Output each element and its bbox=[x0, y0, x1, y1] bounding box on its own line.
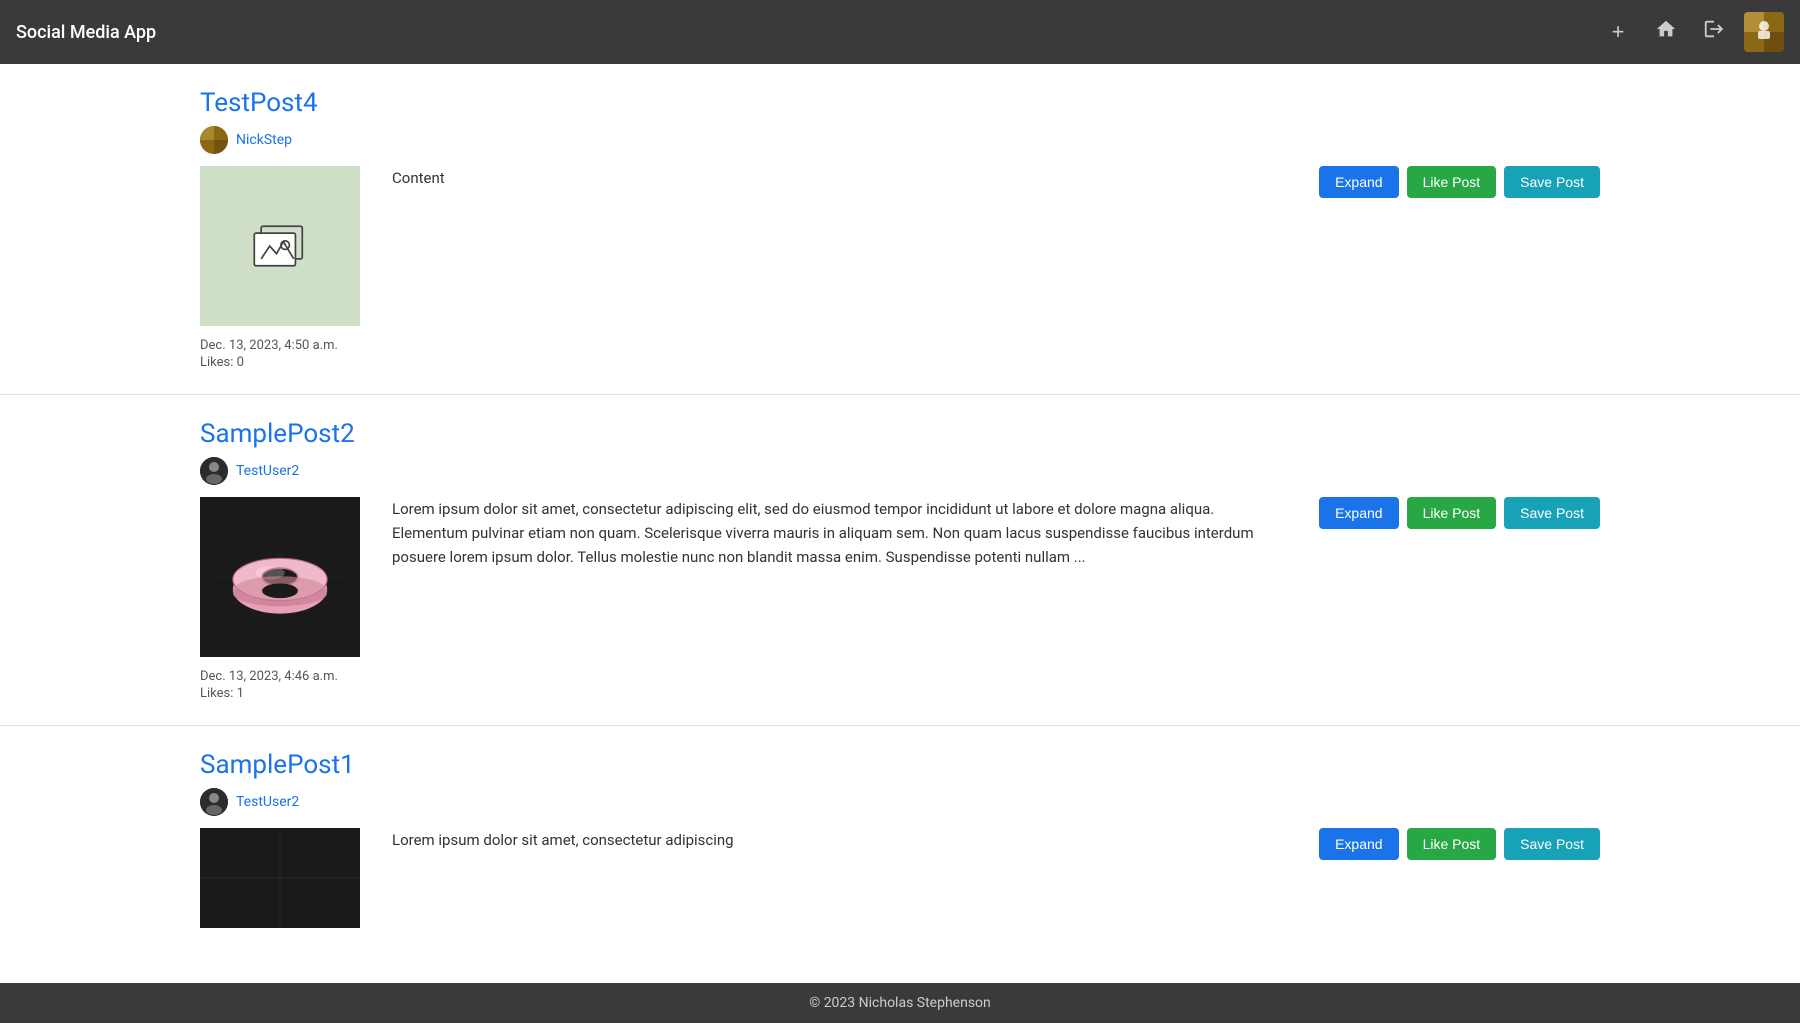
post-card: TestPost4 NickStep bbox=[0, 64, 1800, 395]
home-button[interactable] bbox=[1648, 14, 1684, 50]
post-meta: Dec. 13, 2023, 4:46 a.m. Likes: 1 bbox=[200, 669, 1600, 701]
post-title: SamplePost1 bbox=[200, 750, 1600, 780]
post-date: Dec. 13, 2023, 4:46 a.m. bbox=[200, 669, 1600, 684]
home-icon bbox=[1655, 18, 1677, 46]
add-button[interactable]: + bbox=[1600, 14, 1636, 50]
avatar-image bbox=[200, 126, 228, 154]
logout-button[interactable] bbox=[1696, 14, 1732, 50]
expand-button[interactable]: Expand bbox=[1319, 828, 1398, 860]
post-content: Lorem ipsum dolor sit amet, consectetur … bbox=[392, 497, 1287, 569]
post-body: Content Expand Like Post Save Post bbox=[200, 166, 1600, 326]
avatar-image bbox=[200, 788, 228, 816]
post-image bbox=[200, 497, 360, 657]
avatar-image bbox=[1744, 12, 1784, 52]
footer-copyright: © 2023 Nicholas Stephenson bbox=[809, 995, 991, 1011]
post-actions: Expand Like Post Save Post bbox=[1319, 828, 1600, 860]
post-author-row: TestUser2 bbox=[200, 457, 1600, 485]
post-actions: Expand Like Post Save Post bbox=[1319, 166, 1600, 198]
post-title: SamplePost2 bbox=[200, 419, 1600, 449]
partial-image bbox=[200, 828, 360, 928]
post-body: Lorem ipsum dolor sit amet, consectetur … bbox=[200, 828, 1600, 928]
post-likes: Likes: 1 bbox=[200, 686, 1600, 701]
post-date: Dec. 13, 2023, 4:50 a.m. bbox=[200, 338, 1600, 353]
app-title: Social Media App bbox=[16, 22, 156, 43]
post-image bbox=[200, 828, 360, 928]
donut-icon bbox=[215, 522, 345, 632]
post-likes: Likes: 0 bbox=[200, 355, 1600, 370]
post-content: Content bbox=[392, 166, 1287, 190]
post-content: Lorem ipsum dolor sit amet, consectetur … bbox=[392, 828, 1287, 852]
post-actions: Expand Like Post Save Post bbox=[1319, 497, 1600, 529]
app-header: Social Media App + bbox=[0, 0, 1800, 64]
post-meta: Dec. 13, 2023, 4:50 a.m. Likes: 0 bbox=[200, 338, 1600, 370]
like-button[interactable]: Like Post bbox=[1407, 166, 1497, 198]
partial-image-icon bbox=[200, 828, 360, 928]
save-button[interactable]: Save Post bbox=[1504, 166, 1600, 198]
app-footer: © 2023 Nicholas Stephenson bbox=[0, 983, 1800, 1023]
main-content: TestPost4 NickStep bbox=[0, 64, 1800, 983]
user-avatar[interactable] bbox=[1744, 12, 1784, 52]
author-avatar bbox=[200, 126, 228, 154]
like-button[interactable]: Like Post bbox=[1407, 497, 1497, 529]
like-button[interactable]: Like Post bbox=[1407, 828, 1497, 860]
expand-button[interactable]: Expand bbox=[1319, 166, 1398, 198]
author-name[interactable]: TestUser2 bbox=[236, 463, 299, 479]
expand-button[interactable]: Expand bbox=[1319, 497, 1398, 529]
post-author-row: TestUser2 bbox=[200, 788, 1600, 816]
post-body: Lorem ipsum dolor sit amet, consectetur … bbox=[200, 497, 1600, 657]
post-card: SamplePost1 TestUser2 bbox=[0, 726, 1800, 952]
save-button[interactable]: Save Post bbox=[1504, 497, 1600, 529]
image-placeholder-icon bbox=[245, 216, 315, 276]
post-card: SamplePost2 TestUser2 bbox=[0, 395, 1800, 726]
author-avatar bbox=[200, 788, 228, 816]
author-avatar bbox=[200, 457, 228, 485]
add-icon: + bbox=[1612, 19, 1625, 45]
image-placeholder bbox=[200, 166, 360, 326]
author-name[interactable]: NickStep bbox=[236, 132, 292, 148]
post-author-row: NickStep bbox=[200, 126, 1600, 154]
donut-image bbox=[200, 497, 360, 657]
post-title: TestPost4 bbox=[200, 88, 1600, 118]
header-icons: + bbox=[1600, 12, 1784, 52]
avatar-image bbox=[200, 457, 228, 485]
save-button[interactable]: Save Post bbox=[1504, 828, 1600, 860]
logout-icon bbox=[1703, 18, 1725, 46]
author-name[interactable]: TestUser2 bbox=[236, 794, 299, 810]
post-image bbox=[200, 166, 360, 326]
